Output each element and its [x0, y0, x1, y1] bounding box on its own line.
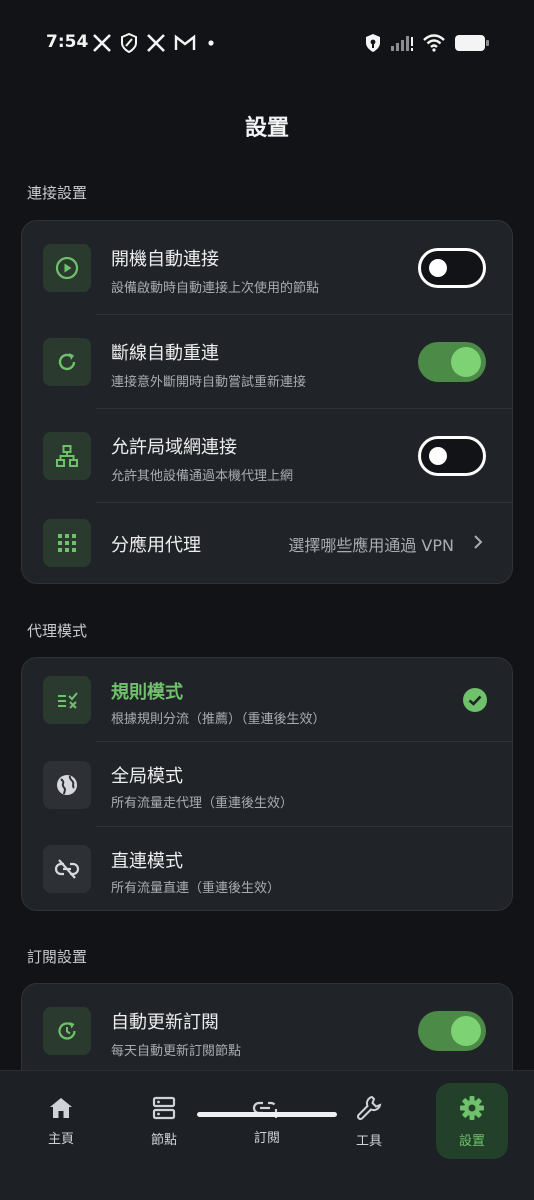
setting-row-auto-update-subscription[interactable]: 自動更新訂閱 每天自動更新訂閱節點 — [22, 984, 512, 1078]
link-off-icon — [54, 859, 80, 879]
status-bar: 7:54 — [0, 0, 534, 88]
setting-title: 全局模式 — [111, 766, 183, 787]
signal-icon — [391, 36, 413, 51]
nav-item-tools[interactable]: 工具 — [333, 1083, 405, 1159]
nav-label: 主頁 — [47, 1131, 74, 1147]
play-circle-icon — [55, 256, 79, 280]
x-icon — [147, 34, 165, 52]
setting-subtitle: 設備啟動時自動連接上次使用的節點 — [111, 281, 320, 296]
setting-title: 規則模式 — [111, 682, 183, 703]
gear-icon — [460, 1095, 484, 1120]
proxy-mode-rule[interactable]: 規則模式 根據規則分流（推薦）（重連後生效） — [22, 658, 512, 742]
setting-title: 分應用代理 — [111, 535, 201, 556]
icon-box — [43, 244, 91, 292]
rule-icon — [58, 692, 78, 709]
setting-row-allow-lan[interactable]: 允許局域網連接 允許其他設備通過本機代理上網 — [22, 409, 512, 503]
setting-title: 斷線自動重連 — [111, 343, 219, 364]
setting-subtitle: 每天自動更新訂閱節點 — [111, 1044, 242, 1059]
proxy-mode-global[interactable]: 全局模式 所有流量走代理（重連後生效） — [22, 742, 512, 827]
auto-reconnect-toggle[interactable] — [418, 342, 486, 382]
home-icon — [50, 1097, 72, 1118]
globe-icon — [57, 774, 77, 795]
gmail-icon — [174, 34, 196, 50]
icon-box — [43, 338, 91, 386]
vpn-key-icon — [366, 34, 380, 52]
auto-update-subscription-toggle[interactable] — [418, 1011, 486, 1051]
bottom-navigation: 主頁 節點 訂閱 工具 設置 — [0, 1070, 534, 1200]
nav-item-subscription[interactable]: 訂閱 — [231, 1083, 303, 1159]
allow-lan-toggle[interactable] — [418, 436, 486, 476]
icon-box — [43, 1007, 91, 1055]
setting-subtitle: 連接意外斷開時自動嘗試重新連接 — [111, 375, 307, 390]
home-indicator[interactable] — [197, 1112, 337, 1117]
setting-title: 開機自動連接 — [111, 249, 219, 270]
wifi-icon — [423, 34, 445, 52]
x-icon — [93, 34, 111, 52]
proxy-mode-card: 規則模式 根據規則分流（推薦）（重連後生效） 全局模式 所有流量走代理（重連後生… — [21, 657, 513, 911]
setting-subtitle: 允許其他設備通過本機代理上網 — [111, 469, 294, 484]
server-icon — [152, 1096, 176, 1119]
nav-label: 工具 — [355, 1133, 382, 1149]
setting-row-auto-connect-on-boot[interactable]: 開機自動連接 設備啟動時自動連接上次使用的節點 — [22, 221, 512, 315]
setting-title: 允許局域網連接 — [111, 437, 237, 458]
section-label-proxy-mode: 代理模式 — [27, 622, 88, 640]
status-time: 7:54 — [46, 32, 89, 52]
refresh-icon — [58, 353, 76, 371]
dot-icon — [208, 40, 214, 46]
proxy-mode-direct[interactable]: 直連模式 所有流量直連（重連後生效） — [22, 827, 512, 910]
system-icons — [364, 33, 490, 53]
icon-box — [43, 432, 91, 480]
network-tree-icon — [56, 445, 78, 467]
section-label-connection: 連接設置 — [27, 184, 88, 202]
nav-label: 訂閱 — [253, 1130, 280, 1146]
nav-item-home[interactable]: 主頁 — [25, 1083, 97, 1159]
page-title: 設置 — [244, 116, 289, 141]
setting-row-per-app-proxy[interactable]: 分應用代理 選擇哪些應用通過 VPN — [22, 503, 512, 583]
notification-icons — [92, 33, 218, 53]
section-label-subscription: 訂閱設置 — [27, 948, 88, 966]
shield-icon — [121, 33, 137, 53]
connection-settings-card: 開機自動連接 設備啟動時自動連接上次使用的節點 斷線自動重連 連接意外斷開時自動… — [21, 220, 513, 584]
nav-item-nodes[interactable]: 節點 — [128, 1083, 200, 1159]
nav-label: 設置 — [458, 1133, 485, 1149]
update-icon — [58, 1022, 76, 1040]
wrench-icon — [357, 1095, 382, 1120]
setting-subtitle: 所有流量走代理（重連後生效） — [111, 796, 294, 811]
icon-box — [43, 760, 91, 809]
auto-connect-on-boot-toggle[interactable] — [418, 248, 486, 288]
per-app-proxy-value: 選擇哪些應用通過 VPN — [288, 536, 454, 555]
icon-box — [43, 845, 91, 893]
setting-subtitle: 所有流量直連（重連後生效） — [111, 881, 281, 896]
nav-item-settings[interactable]: 設置 — [436, 1083, 508, 1159]
check-circle-icon — [463, 688, 487, 712]
grid-icon — [58, 534, 76, 552]
setting-row-auto-reconnect[interactable]: 斷線自動重連 連接意外斷開時自動嘗試重新連接 — [22, 315, 512, 409]
nav-label: 節點 — [150, 1132, 177, 1148]
setting-title: 自動更新訂閱 — [111, 1012, 219, 1033]
setting-subtitle: 根據規則分流（推薦）（重連後生效） — [111, 712, 326, 727]
icon-box — [43, 519, 91, 567]
icon-box — [43, 676, 91, 724]
battery-icon — [455, 35, 489, 51]
setting-title: 直連模式 — [111, 851, 183, 872]
chevron-right-icon — [474, 535, 483, 549]
